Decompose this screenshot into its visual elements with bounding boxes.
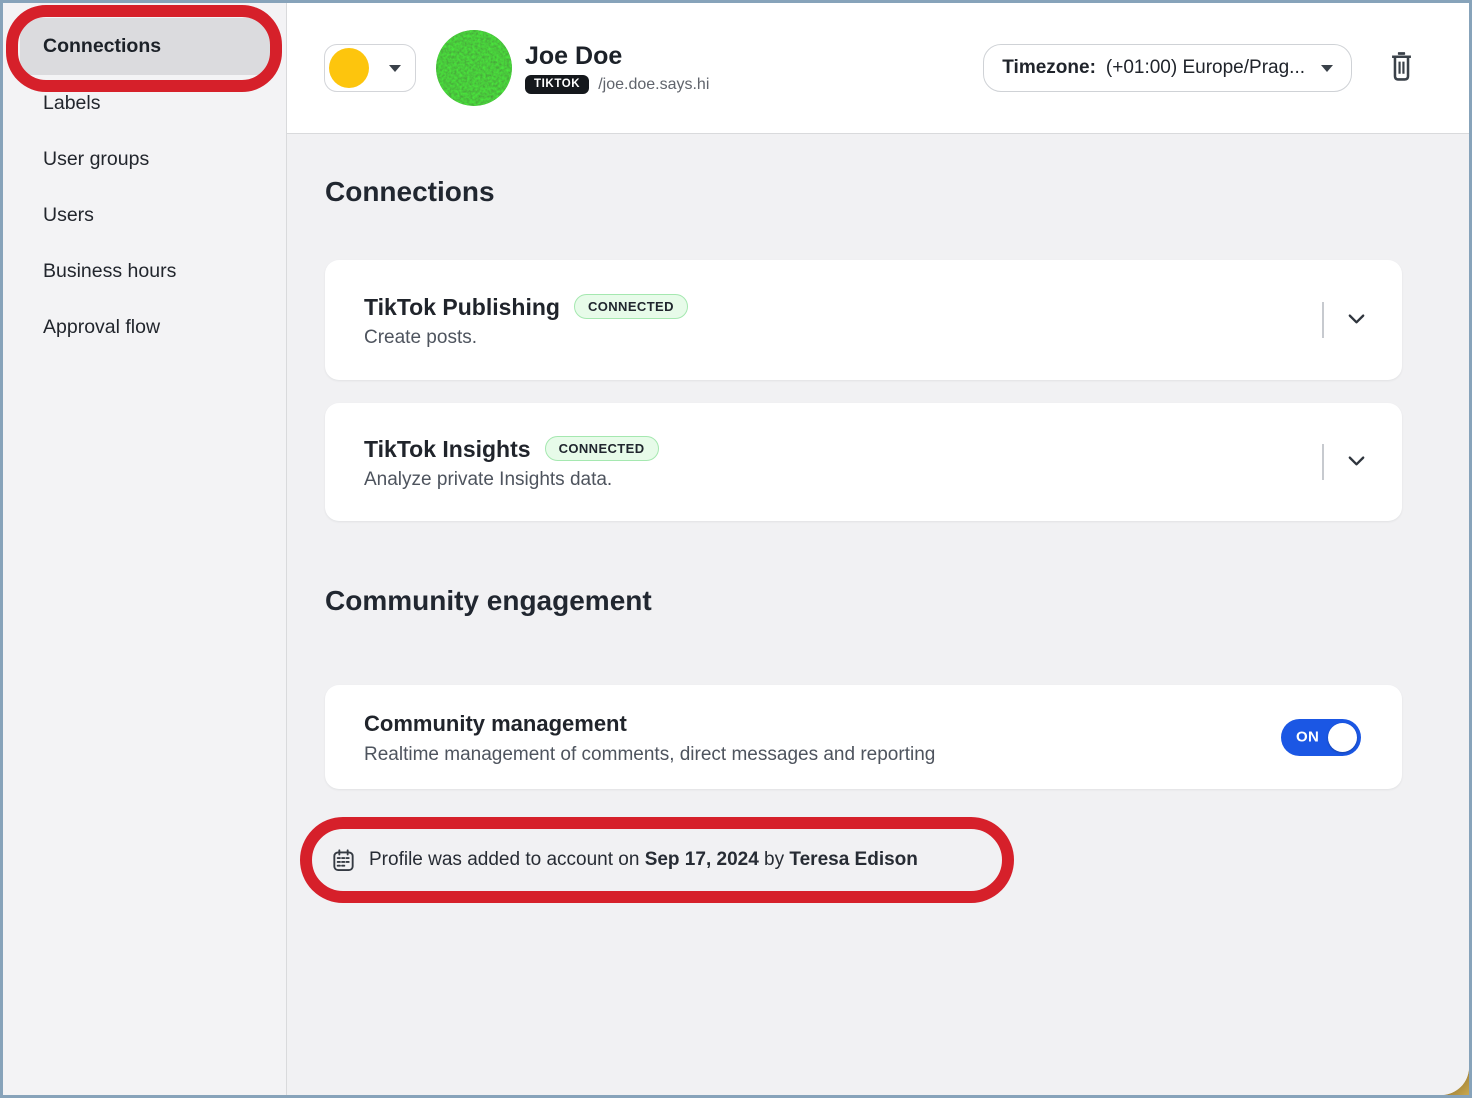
- card-title: Community management: [364, 709, 627, 739]
- status-badge: CONNECTED: [545, 436, 659, 462]
- card-description: Realtime management of comments, direct …: [364, 744, 935, 766]
- app-window: Connections Labels User groups Users Bus…: [3, 3, 1469, 1095]
- profile-switcher-dropdown[interactable]: [324, 44, 416, 92]
- expand-card-button[interactable]: [1345, 449, 1368, 475]
- sidebar-item-label: Labels: [43, 92, 100, 115]
- sidebar-item-connections[interactable]: Connections: [20, 18, 270, 75]
- community-management-toggle[interactable]: ON: [1281, 719, 1361, 756]
- timezone-select[interactable]: Timezone: (+01:00) Europe/Prag...: [983, 44, 1352, 92]
- card-title: TikTok Insights: [364, 434, 531, 464]
- note-date: Sep 17, 2024: [645, 849, 759, 870]
- sidebar-item-users[interactable]: Users: [3, 187, 286, 243]
- card-description: Create posts.: [364, 327, 688, 349]
- calendar-icon: [331, 848, 356, 873]
- divider: [1322, 444, 1324, 480]
- sidebar-item-approval-flow[interactable]: Approval flow: [3, 299, 286, 355]
- sidebar-item-label: Connections: [43, 35, 161, 58]
- chevron-down-icon: [1345, 307, 1368, 333]
- screenshot-frame: Connections Labels User groups Users Bus…: [0, 0, 1472, 1098]
- profile-identity: Joe Doe TIKTOK /joe.doe.says.hi: [525, 42, 709, 95]
- timezone-label: Timezone:: [1002, 57, 1096, 79]
- sidebar-item-labels[interactable]: Labels: [3, 75, 286, 131]
- connections-heading: Connections: [325, 174, 1402, 210]
- toggle-knob: [1328, 723, 1357, 752]
- note-mid: by: [759, 849, 790, 870]
- profile-name: Joe Doe: [525, 42, 709, 70]
- community-management-card: Community management Realtime management…: [325, 685, 1402, 789]
- avatar: [436, 30, 512, 106]
- expand-card-button[interactable]: [1345, 307, 1368, 333]
- sidebar-item-label: User groups: [43, 148, 149, 171]
- sidebar-item-business-hours[interactable]: Business hours: [3, 243, 286, 299]
- profile-handle: /joe.doe.says.hi: [598, 76, 709, 94]
- card-description: Analyze private Insights data.: [364, 469, 659, 491]
- profile-header: Joe Doe TIKTOK /joe.doe.says.hi Timezone…: [287, 3, 1469, 134]
- annotation-highlight-note: Profile was added to account on Sep 17, …: [300, 817, 1014, 903]
- chevron-down-icon: [1345, 449, 1368, 475]
- delete-profile-button[interactable]: [1387, 50, 1416, 86]
- timezone-value: (+01:00) Europe/Prag...: [1106, 57, 1305, 79]
- divider: [1322, 302, 1324, 338]
- profile-color-dot: [329, 48, 369, 88]
- connection-card-tiktok-insights: TikTok Insights CONNECTED Analyze privat…: [325, 403, 1402, 521]
- trash-icon: [1387, 50, 1416, 86]
- connections-content: Connections TikTok Publishing CONNECTED …: [287, 134, 1469, 1095]
- sidebar-item-user-groups[interactable]: User groups: [3, 131, 286, 187]
- sidebar-item-label: Approval flow: [43, 316, 160, 339]
- network-badge: TIKTOK: [525, 75, 589, 95]
- settings-sidebar: Connections Labels User groups Users Bus…: [3, 3, 287, 1095]
- connection-card-tiktok-publishing: TikTok Publishing CONNECTED Create posts…: [325, 260, 1402, 380]
- chevron-down-icon: [389, 65, 401, 72]
- sidebar-item-label: Business hours: [43, 260, 176, 283]
- main-panel: Joe Doe TIKTOK /joe.doe.says.hi Timezone…: [287, 3, 1469, 1095]
- community-engagement-heading: Community engagement: [325, 581, 1402, 621]
- note-author: Teresa Edison: [789, 849, 917, 870]
- status-badge: CONNECTED: [574, 294, 688, 320]
- card-title: TikTok Publishing: [364, 292, 560, 322]
- profile-added-note: Profile was added to account on Sep 17, …: [369, 849, 918, 871]
- toggle-state-label: ON: [1296, 729, 1319, 746]
- note-prefix: Profile was added to account on: [369, 849, 645, 870]
- chevron-down-icon: [1321, 65, 1333, 72]
- sidebar-item-label: Users: [43, 204, 94, 227]
